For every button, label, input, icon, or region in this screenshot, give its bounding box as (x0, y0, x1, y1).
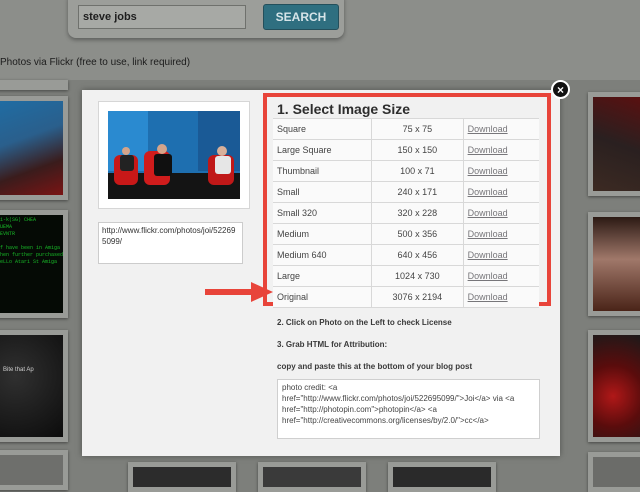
size-dimensions: 320 x 228 (371, 202, 464, 224)
download-link[interactable]: Download (463, 202, 539, 224)
size-dimensions: 100 x 71 (371, 160, 464, 182)
size-name: Medium 640 (273, 244, 372, 266)
size-name: Original (273, 286, 372, 308)
result-thumbnail[interactable] (258, 462, 366, 492)
size-name: Large (273, 265, 372, 287)
source-url-field[interactable]: http://www.flickr.com/photos/joi/5226950… (98, 222, 243, 264)
result-thumbnail[interactable] (388, 462, 496, 492)
table-row: Thumbnail 100 x 71 Download (273, 160, 539, 182)
step2-text: 2. Click on Photo on the Left to check L… (277, 318, 452, 327)
table-row: Small 240 x 171 Download (273, 181, 539, 203)
size-dimensions: 240 x 171 (371, 181, 464, 203)
table-row: Square 75 x 75 Download (273, 118, 539, 140)
table-row: Medium 640 640 x 456 Download (273, 244, 539, 266)
download-link[interactable]: Download (463, 139, 539, 161)
result-thumbnail[interactable] (588, 452, 640, 492)
download-link[interactable]: Download (463, 223, 539, 245)
size-dimensions: 1024 x 730 (371, 265, 464, 287)
size-dimensions: 3076 x 2194 (371, 286, 464, 308)
close-icon[interactable]: × (551, 80, 570, 99)
table-row: Original 3076 x 2194 Download (273, 286, 539, 308)
result-thumbnail[interactable] (0, 96, 68, 200)
size-dimensions: 150 x 150 (371, 139, 464, 161)
terminal-text: ti-k(SG) CHEA RUEMA SEVNTR if have been … (0, 215, 63, 313)
result-thumbnail[interactable] (588, 92, 640, 196)
size-name: Thumbnail (273, 160, 372, 182)
download-link[interactable]: Download (463, 265, 539, 287)
results-subtitle: Photos via Flickr (free to use, link req… (0, 57, 191, 68)
thumbnail-caption: Bite that Ap (0, 335, 63, 437)
size-name: Medium (273, 223, 372, 245)
size-name: Square (273, 118, 372, 140)
size-dimensions: 75 x 75 (371, 118, 464, 140)
result-thumbnail[interactable] (588, 330, 640, 442)
download-link[interactable]: Download (463, 181, 539, 203)
result-thumbnail[interactable] (0, 450, 68, 490)
download-link[interactable]: Download (463, 286, 539, 308)
stage-photo (108, 111, 240, 199)
search-button[interactable]: SEARCH (263, 4, 339, 30)
table-row: Small 320 320 x 228 Download (273, 202, 539, 224)
arrow-right-icon (205, 282, 273, 302)
size-name: Large Square (273, 139, 372, 161)
result-thumbnail[interactable] (128, 462, 236, 492)
photo-preview[interactable] (98, 101, 250, 209)
step3-text: 3. Grab HTML for Attribution: (277, 340, 388, 349)
size-name: Small 320 (273, 202, 372, 224)
download-link[interactable]: Download (463, 160, 539, 182)
attribution-html-field[interactable]: photo credit: <a href="http://www.flickr… (277, 379, 540, 439)
table-row: Large 1024 x 730 Download (273, 265, 539, 287)
size-name: Small (273, 181, 372, 203)
result-thumbnail[interactable]: ti-k(SG) CHEA RUEMA SEVNTR if have been … (0, 210, 68, 318)
download-link[interactable]: Download (463, 118, 539, 140)
result-thumbnail[interactable] (588, 212, 640, 316)
table-row: Large Square 150 x 150 Download (273, 139, 539, 161)
download-link[interactable]: Download (463, 244, 539, 266)
size-dimensions: 500 x 356 (371, 223, 464, 245)
size-dimensions: 640 x 456 (371, 244, 464, 266)
search-input[interactable] (78, 5, 246, 29)
result-thumbnail[interactable] (0, 80, 68, 90)
copy-instruction: copy and paste this at the bottom of you… (277, 362, 473, 371)
step1-title: 1. Select Image Size (277, 101, 411, 117)
image-size-table: Square 75 x 75 Download Large Square 150 x … (273, 118, 539, 308)
result-thumbnail[interactable]: Bite that Ap (0, 330, 68, 442)
table-row: Medium 500 x 356 Download (273, 223, 539, 245)
